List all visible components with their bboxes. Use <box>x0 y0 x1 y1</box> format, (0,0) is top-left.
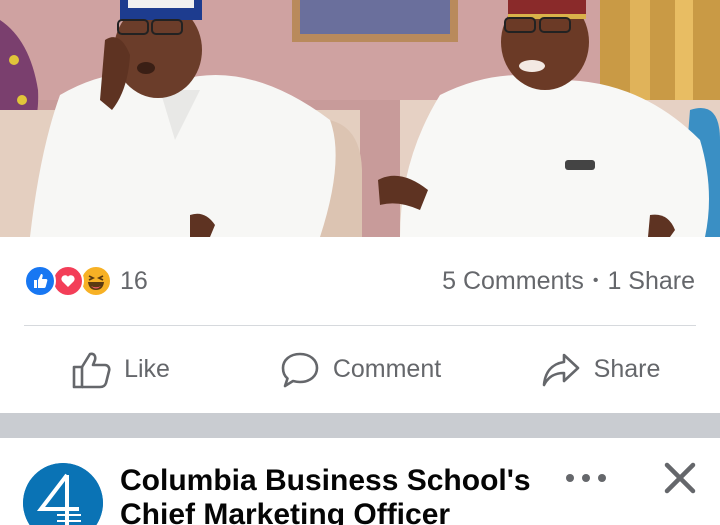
separator-dot: • <box>592 272 599 289</box>
thumbs-up-icon <box>72 352 111 388</box>
share-button[interactable]: Share <box>480 326 720 413</box>
reaction-summary[interactable]: 16 <box>24 265 148 297</box>
feed-separator <box>0 413 720 438</box>
like-icon <box>24 265 56 297</box>
comment-button[interactable]: Comment <box>240 326 480 413</box>
like-button[interactable]: Like <box>0 326 240 413</box>
close-icon[interactable] <box>662 460 698 496</box>
columbia-logo-icon <box>23 463 103 525</box>
reaction-count[interactable]: 16 <box>120 267 148 296</box>
post-actions-bar: Like Comment Share <box>0 326 720 413</box>
post-photo[interactable] <box>0 0 720 237</box>
page-avatar[interactable] <box>23 463 103 525</box>
more-options-icon[interactable] <box>566 468 606 488</box>
love-icon <box>52 265 84 297</box>
like-label: Like <box>124 355 170 383</box>
haha-icon <box>80 265 112 297</box>
comment-label: Comment <box>332 355 442 383</box>
engagement-counts: 5 Comments • 1 Share <box>442 265 695 297</box>
shares-count-link[interactable]: 1 Share <box>607 267 695 296</box>
page-name[interactable]: Columbia Business School's Chief Marketi… <box>120 464 540 525</box>
share-arrow-icon <box>542 353 579 386</box>
comment-icon <box>281 352 319 387</box>
next-post-header: Columbia Business School's Chief Marketi… <box>0 438 720 525</box>
share-label: Share <box>593 355 661 383</box>
comments-count-link[interactable]: 5 Comments <box>442 267 584 296</box>
